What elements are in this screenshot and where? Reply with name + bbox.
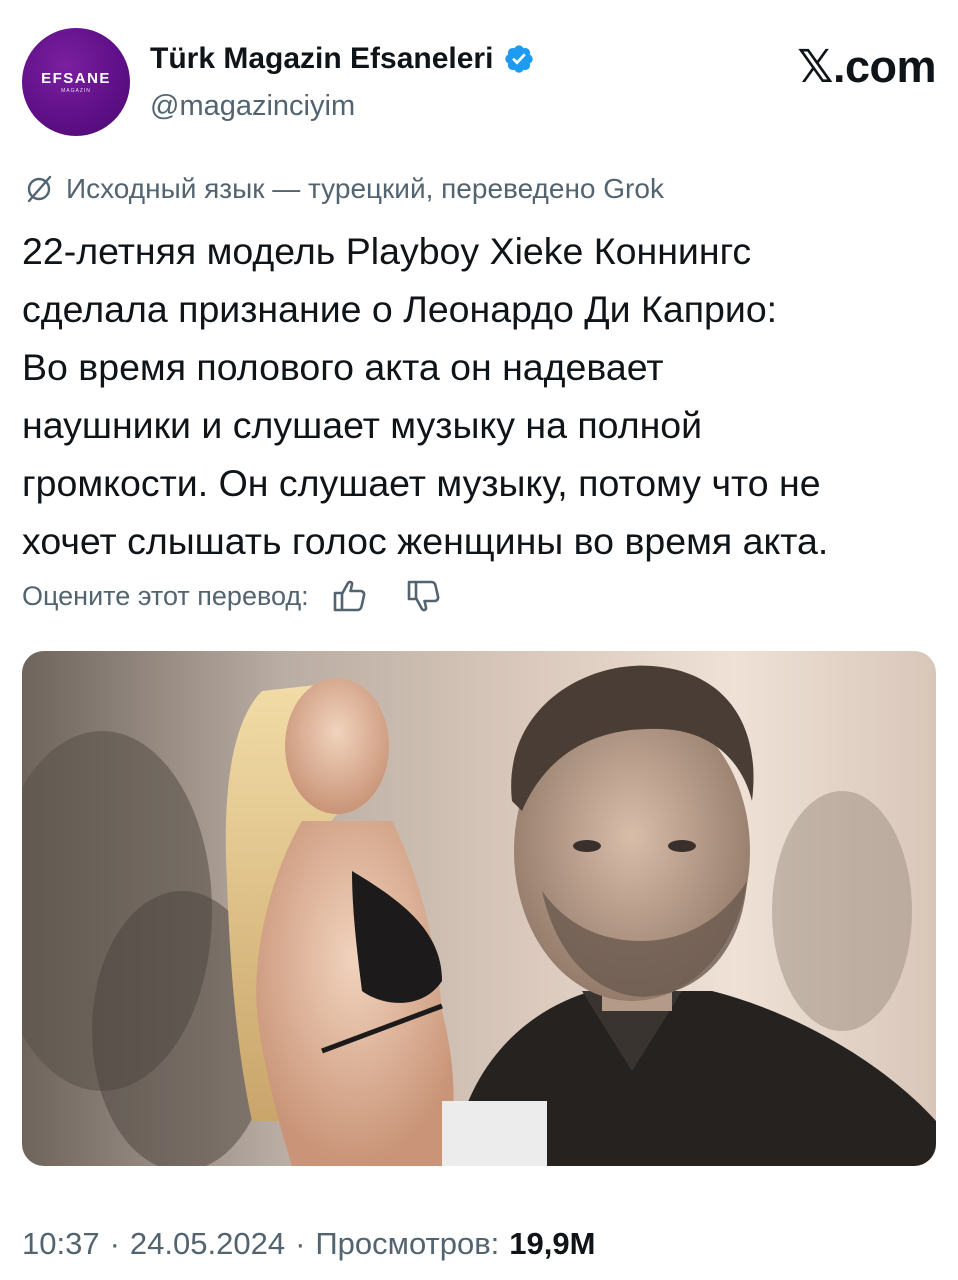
handle[interactable]: @magazinciyim — [150, 90, 355, 123]
rate-translation-label: Оцените этот перевод: — [22, 580, 309, 611]
tweet-media-image[interactable] — [22, 651, 936, 1166]
tweet-text: 22-летняя модель Playboy Xieke Коннингс … — [22, 230, 829, 562]
display-name[interactable]: Türk Magazin Efsaneleri — [150, 42, 493, 76]
translate-icon — [27, 175, 52, 203]
translation-note-text: Исходный язык — турецкий, переведено Gro… — [66, 173, 664, 204]
meta-separator: · — [109, 1226, 120, 1261]
tweet-meta: 10:37 · 24.05.2024 · Просмотров: 19,9M — [22, 1226, 595, 1262]
views-label: Просмотров: — [315, 1226, 500, 1261]
brand-watermark: 𝕏.com — [797, 41, 936, 92]
avatar-text: EFSANE — [41, 70, 111, 87]
tweet-time[interactable]: 10:37 — [22, 1226, 100, 1262]
verified-badge-icon — [505, 45, 534, 73]
tweet-date[interactable]: 24.05.2024 — [130, 1226, 285, 1262]
thumbs-down-icon[interactable] — [403, 576, 443, 616]
name-row: Türk Magazin Efsaneleri — [150, 42, 535, 76]
tweet-header: EFSANE MAGAZIN Türk Magazin Efsaneleri @… — [22, 28, 936, 140]
thumbs-up-icon[interactable] — [329, 576, 369, 616]
translation-note: Исходный язык — турецкий, переведено Gro… — [22, 172, 664, 206]
views-count[interactable]: 19,9M — [509, 1226, 595, 1262]
meta-separator: · — [295, 1226, 306, 1261]
avatar[interactable]: EFSANE MAGAZIN — [22, 28, 130, 136]
media-illustration — [22, 665, 936, 1166]
avatar-subtext: MAGAZIN — [61, 88, 91, 94]
rate-translation: Оцените этот перевод: — [22, 576, 443, 616]
